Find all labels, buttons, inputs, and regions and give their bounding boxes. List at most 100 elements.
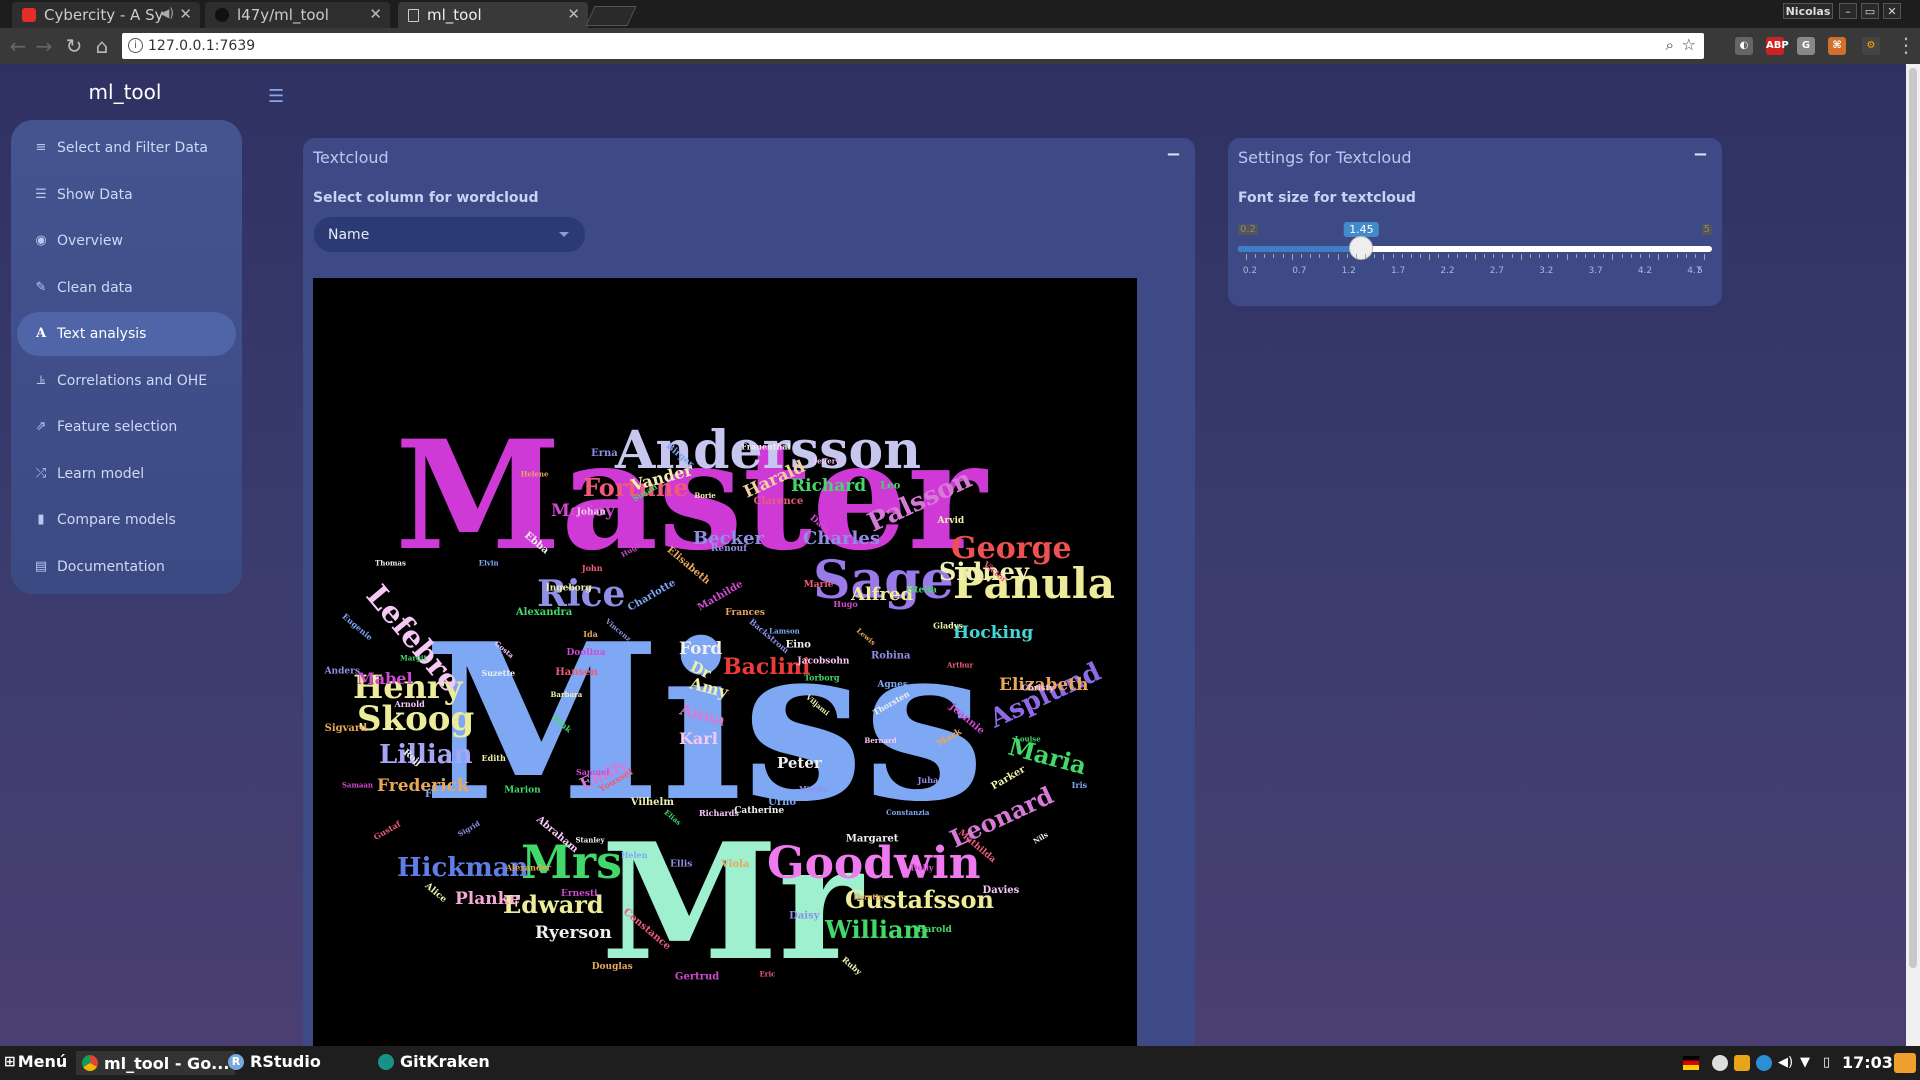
taskbar-item-rstudio[interactable]: R RStudio — [228, 1052, 321, 1071]
back-icon[interactable]: ← — [6, 34, 30, 58]
wordcloud-word: Suzette — [481, 668, 515, 678]
close-icon[interactable]: ✕ — [179, 5, 192, 23]
app-body: ml_tool ☰ ≡ Select and Filter Data ☰ Sho… — [0, 64, 1920, 1068]
wordcloud-word: Barbara — [551, 690, 583, 699]
sidebar-item-clean-data[interactable]: ✎ Clean data — [17, 266, 236, 310]
wordcloud-word: Jacobsohn — [796, 656, 849, 666]
tab-label: l47y/ml_tool — [237, 6, 329, 24]
wordcloud-word: Charles — [803, 528, 880, 549]
address-bar[interactable]: i 127.0.0.1:7639 ⌕ ☆ — [122, 33, 1704, 59]
battery-icon[interactable]: ▯ — [1823, 1055, 1839, 1071]
slider-tick — [1630, 254, 1632, 258]
shield-icon[interactable] — [1734, 1055, 1750, 1071]
star-icon[interactable]: ☆ — [1682, 35, 1696, 54]
font-icon: A — [35, 326, 47, 341]
volume-icon[interactable]: ◀) — [1778, 1055, 1794, 1071]
close-icon[interactable]: ✕ — [369, 5, 382, 23]
wordcloud-word: Thomas — [375, 558, 406, 567]
notification-icon[interactable] — [1894, 1053, 1916, 1073]
wordcloud-word: Marion — [504, 786, 541, 796]
sidebar-item-documentation[interactable]: ▤ Documentation — [17, 545, 236, 589]
start-menu-button[interactable]: ⊞ Menú — [4, 1052, 67, 1071]
bluetooth-icon[interactable] — [1756, 1055, 1772, 1071]
wordcloud-word: John — [581, 563, 603, 573]
wordcloud-word: Edith — [482, 753, 506, 763]
minimize-button[interactable]: – — [1839, 3, 1857, 19]
grammarly-icon[interactable]: G — [1797, 37, 1815, 55]
sidebar-item-correlations[interactable]: ⫡ Correlations and OHE — [17, 359, 236, 403]
close-window-button[interactable]: ✕ — [1883, 3, 1901, 19]
browser-tab-youtube[interactable]: Cybercity - A Sy ◀) ✕ — [12, 2, 200, 28]
sidebar-item-show-data[interactable]: ☰ Show Data — [17, 173, 236, 217]
close-icon[interactable]: ✕ — [567, 5, 580, 23]
home-icon[interactable]: ⌂ — [90, 34, 114, 58]
slider-fill — [1238, 246, 1362, 252]
extension-icon[interactable]: ⌘ — [1828, 37, 1846, 55]
slider-tick — [1520, 254, 1522, 260]
wordcloud-word: Arvid — [937, 516, 965, 526]
minimize-box-button[interactable]: − — [1166, 144, 1181, 165]
taskbar-item-gitkraken[interactable]: GitKraken — [378, 1052, 490, 1071]
wordcloud-word: Eric — [759, 970, 775, 979]
wordcloud-word: Gertrud — [675, 971, 719, 982]
sidebar-item-compare-models[interactable]: ▮ Compare models — [17, 498, 236, 542]
wordcloud-word: Alice — [422, 881, 449, 906]
zoom-icon[interactable]: ⌕ — [1666, 36, 1674, 54]
minimize-box-button[interactable]: − — [1693, 144, 1708, 165]
menu-grid-icon: ⊞ — [4, 1053, 16, 1070]
slider-tick — [1401, 254, 1403, 258]
wordcloud-word: Marie — [804, 580, 834, 590]
slider-tick — [1502, 254, 1504, 258]
sidebar: ≡ Select and Filter Data ☰ Show Data ◉ O… — [11, 120, 242, 594]
chrome-icon — [82, 1055, 98, 1071]
keyboard-layout-icon[interactable] — [1683, 1056, 1699, 1070]
info-icon[interactable]: i — [128, 38, 143, 53]
sidebar-item-learn-model[interactable]: ⤮ Learn model — [17, 452, 236, 496]
adblock-icon[interactable]: ABP — [1766, 37, 1789, 55]
share-icon: ⇗ — [35, 419, 47, 434]
font-size-slider[interactable]: 0.2 5 1.45 0.2 0.7 1.2 1.7 2.2 2.7 3.2 3.7 4.2 4.… — [1238, 222, 1712, 286]
browser-tab-github[interactable]: l47y/ml_tool ✕ — [205, 2, 390, 28]
sidebar-item-text-analysis[interactable]: A Text analysis — [17, 312, 236, 356]
wordcloud-word: Gladys — [933, 621, 963, 631]
wordcloud-word: Karl — [679, 729, 718, 748]
select-column-label: Select column for wordcloud — [313, 190, 539, 206]
taskbar-item-chrome[interactable]: ml_tool - Go... — [76, 1051, 236, 1075]
box-title: Textcloud — [313, 148, 389, 167]
wordcloud-word: Stella — [908, 586, 937, 596]
slider-tick — [1328, 254, 1330, 258]
scrollbar-thumb[interactable] — [1909, 68, 1917, 968]
clock[interactable]: 17:03 — [1842, 1053, 1893, 1072]
hamburger-icon[interactable]: ☰ — [268, 86, 284, 107]
maximize-button[interactable]: ▭ — [1861, 3, 1879, 19]
wordcloud-word: Eugenie — [340, 611, 374, 642]
extension-icon[interactable]: ◐ — [1735, 37, 1753, 55]
slider-tick — [1594, 254, 1596, 258]
column-select[interactable]: Name — [313, 216, 586, 253]
wordcloud-word: Constanzia — [886, 808, 930, 817]
slider-value: 1.45 — [1344, 222, 1379, 237]
reload-icon[interactable]: ↻ — [62, 34, 86, 58]
new-tab-button[interactable] — [585, 6, 637, 26]
user-profile-button[interactable]: Nicolas — [1783, 3, 1833, 19]
wordcloud-word: Hugo — [833, 599, 858, 609]
wordcloud-word: Davies — [983, 885, 1020, 896]
slider-tick-label: 3.2 — [1539, 266, 1554, 276]
browser-tab-ml-tool[interactable]: ml_tool ✕ — [398, 2, 588, 28]
page-scrollbar[interactable] — [1906, 64, 1920, 1046]
sidebar-item-feature-selection[interactable]: ⇗ Feature selection — [17, 405, 236, 449]
extension-icon[interactable]: ⚙ — [1862, 37, 1880, 55]
forward-icon[interactable]: → — [32, 34, 56, 58]
wordcloud-word: Lillian — [379, 740, 473, 770]
sidebar-item-select-filter[interactable]: ≡ Select and Filter Data — [17, 126, 236, 170]
wifi-icon[interactable]: ▼ — [1800, 1055, 1816, 1071]
wordcloud-svg: MasterMissMrMrsAnderssonSageGoodwinPanul… — [324, 408, 1115, 996]
wordcloud-word: Margaret — [846, 834, 899, 845]
menu-icon[interactable]: ⋮ — [1894, 33, 1918, 57]
sidebar-item-overview[interactable]: ◉ Overview — [17, 219, 236, 263]
slider-min-label: 0.2 — [1238, 224, 1258, 235]
slider-tick — [1465, 254, 1467, 258]
slider-tick — [1575, 254, 1577, 258]
user-icon[interactable] — [1712, 1055, 1728, 1071]
slider-handle[interactable] — [1349, 236, 1374, 260]
